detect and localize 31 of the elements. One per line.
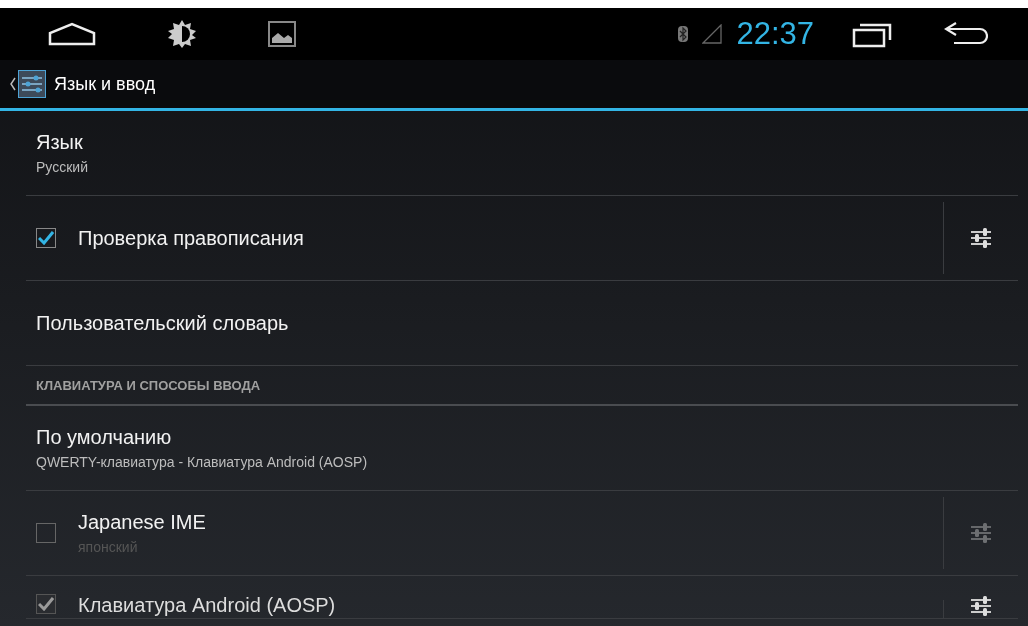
item-summary: Русский: [36, 159, 89, 175]
checkbox-item[interactable]: Проверка правописания: [26, 196, 1018, 281]
item-title: Пользовательский словарь: [36, 311, 290, 335]
sliders-app-icon: [18, 70, 46, 98]
settings-item[interactable]: Язык Русский: [26, 111, 1018, 196]
clock-time: 22:37: [736, 16, 814, 52]
sliders-icon: [969, 594, 993, 618]
checkbox[interactable]: [36, 228, 56, 248]
settings-item[interactable]: Пользовательский словарь: [26, 281, 1018, 366]
sliders-icon: [969, 226, 993, 250]
item-title: Проверка правописания: [78, 226, 305, 250]
home-icon[interactable]: [48, 22, 96, 46]
sliders-icon: [969, 521, 993, 545]
item-summary: QWERTY-клавиатура - Клавиатура Android (AOSP): [36, 454, 369, 470]
up-button[interactable]: [10, 70, 46, 98]
checkbox[interactable]: [36, 523, 56, 543]
brightness-icon[interactable]: [168, 20, 196, 48]
section-header: КЛАВИАТУРА И СПОСОБЫ ВВОДА: [26, 366, 1018, 406]
settings-item[interactable]: По умолчанию QWERTY-клавиатура - Клавиатура Android (AOSP): [26, 406, 1018, 491]
item-title: По умолчанию: [36, 426, 173, 449]
screen-title: Язык и ввод: [54, 73, 156, 95]
item-title: Язык: [36, 131, 84, 154]
checkmark-icon: [38, 231, 54, 245]
back-icon[interactable]: [944, 21, 988, 47]
signal-icon: [702, 24, 723, 44]
chevron-left-icon: [10, 77, 16, 91]
checkmark-icon: [38, 597, 54, 611]
item-title: Клавиатура Android (AOSP): [78, 594, 337, 617]
item-title: Japanese IME: [78, 511, 207, 534]
bluetooth-icon: [678, 26, 689, 42]
image-icon[interactable]: [268, 21, 296, 47]
